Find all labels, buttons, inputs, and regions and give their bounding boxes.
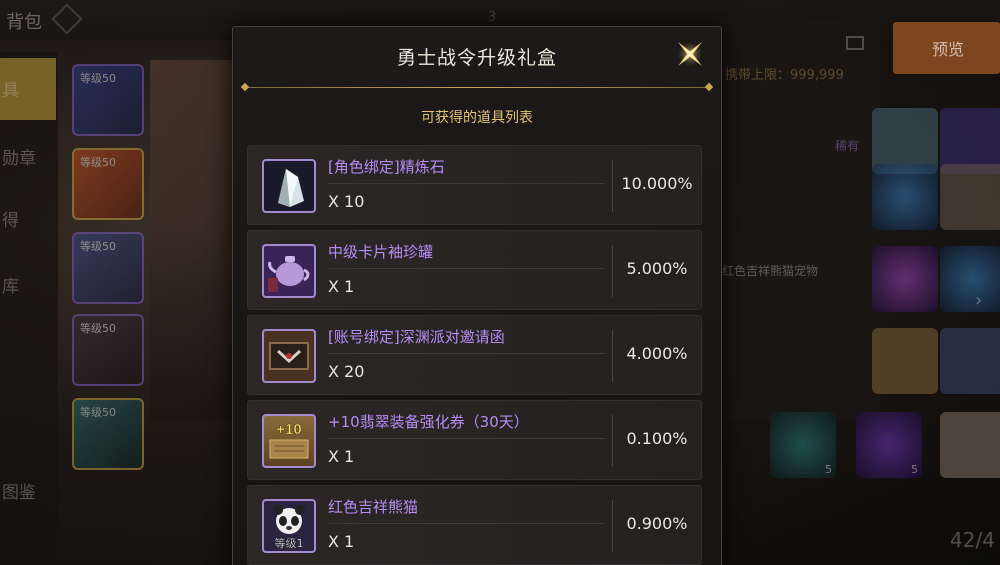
title-divider (245, 87, 709, 88)
slot-level: 等级50 (80, 406, 116, 419)
left-nav-label[interactable]: 勋章 (2, 144, 36, 169)
item-list-heading: 可获得的道具列表 (421, 110, 533, 126)
panda-icon: 等级1 (262, 499, 316, 553)
inventory-item[interactable] (872, 246, 938, 312)
column-divider (612, 160, 613, 212)
item-quantity: X 20 (328, 362, 365, 381)
slot-level: 等级50 (80, 72, 116, 85)
equip-slot[interactable]: 等级50 (72, 232, 144, 304)
reward-row[interactable]: [账号绑定]深渊派对邀请函 X 20 4.000% (247, 315, 702, 395)
column-divider (612, 330, 613, 382)
inventory-item[interactable] (940, 246, 1000, 312)
detail-item-name: 红色吉祥熊猫宠物 (722, 264, 819, 278)
game-screen: 背包 3 具 勋章 得 库 图鉴 等级50 等级50 等级50 等级50 等级5… (0, 0, 1000, 565)
close-button[interactable] (673, 37, 707, 71)
stack-count: 5 (911, 463, 918, 476)
left-nav-label[interactable]: 库 (2, 272, 19, 297)
gift-box-dialog: 勇士战令升级礼盒 可获得的道具列表 [角色绑定]精炼石 X 10 10.000%… (232, 26, 722, 565)
row-divider (328, 353, 605, 354)
preview-button-label[interactable]: 预览 (932, 36, 964, 60)
equip-slot[interactable]: 等级50 (72, 314, 144, 386)
item-quantity: X 1 (328, 447, 355, 466)
column-divider (612, 245, 613, 297)
item-name: +10翡翠装备强化券（30天） (328, 413, 529, 431)
inventory-title: 背包 (6, 12, 42, 33)
left-nav-label[interactable]: 图鉴 (2, 478, 36, 503)
slot-level: 等级50 (80, 322, 116, 335)
dialog-title: 勇士战令升级礼盒 (396, 47, 557, 69)
left-nav-label[interactable]: 具 (2, 76, 19, 101)
top-currency-1: 3 (488, 10, 497, 25)
carry-limit: 携带上限：999,999 (725, 68, 844, 83)
item-probability: 0.100% (626, 429, 688, 448)
svg-text:+10: +10 (276, 421, 301, 438)
reward-row[interactable]: 中级卡片袖珍罐 X 1 5.000% (247, 230, 702, 310)
item-probability: 5.000% (626, 259, 688, 278)
row-divider (328, 183, 605, 184)
reward-row[interactable]: 等级1 红色吉祥熊猫 X 1 0.900% (247, 485, 702, 565)
inventory-item[interactable]: 5 (770, 412, 836, 478)
invitation-icon (262, 329, 316, 383)
reward-list: [角色绑定]精炼石 X 10 10.000% 中级卡片袖珍罐 X 1 5.000… (247, 145, 709, 565)
item-quantity: X 1 (328, 532, 355, 551)
item-name: 红色吉祥熊猫 (328, 498, 419, 516)
inventory-item[interactable] (872, 328, 938, 394)
item-probability: 10.000% (621, 174, 693, 193)
equip-slot[interactable]: 等级50 (72, 148, 144, 220)
item-quantity: X 10 (328, 192, 365, 211)
chevron-right-icon[interactable]: › (975, 290, 982, 311)
equip-slot[interactable]: 等级50 (72, 398, 144, 470)
close-icon (678, 42, 702, 66)
svg-text:等级1: 等级1 (275, 536, 304, 550)
edit-icon[interactable] (846, 36, 864, 50)
item-name: 中级卡片袖珍罐 (328, 243, 434, 261)
inventory-item[interactable] (940, 412, 1000, 478)
crystal-icon (262, 159, 316, 213)
item-name: [角色绑定]精炼石 (328, 158, 445, 176)
character-art (150, 60, 240, 420)
inventory-item[interactable] (940, 328, 1000, 394)
reward-row[interactable]: [角色绑定]精炼石 X 10 10.000% (247, 145, 702, 225)
rarity-label: 稀有 (835, 139, 860, 153)
equip-slot[interactable]: 等级50 (72, 64, 144, 136)
reward-row[interactable]: +10 +10翡翠装备强化券（30天） X 1 0.100% (247, 400, 702, 480)
inventory-item[interactable]: 5 (856, 412, 922, 478)
row-divider (328, 438, 605, 439)
item-probability: 4.000% (626, 344, 688, 363)
column-divider (612, 415, 613, 467)
page-indicator: 42/4 (950, 528, 995, 552)
slot-level: 等级50 (80, 156, 116, 169)
row-divider (328, 523, 605, 524)
left-nav-label[interactable]: 得 (2, 206, 19, 231)
item-probability: 0.900% (626, 514, 688, 533)
inventory-item[interactable] (940, 164, 1000, 230)
teapot-icon (262, 244, 316, 298)
item-name: [账号绑定]深渊派对邀请函 (328, 328, 505, 346)
item-quantity: X 1 (328, 277, 355, 296)
ticket-icon: +10 (262, 414, 316, 468)
row-divider (328, 268, 605, 269)
inventory-item[interactable] (872, 164, 938, 230)
slot-level: 等级50 (80, 240, 116, 253)
column-divider (612, 500, 613, 552)
stack-count: 5 (825, 463, 832, 476)
